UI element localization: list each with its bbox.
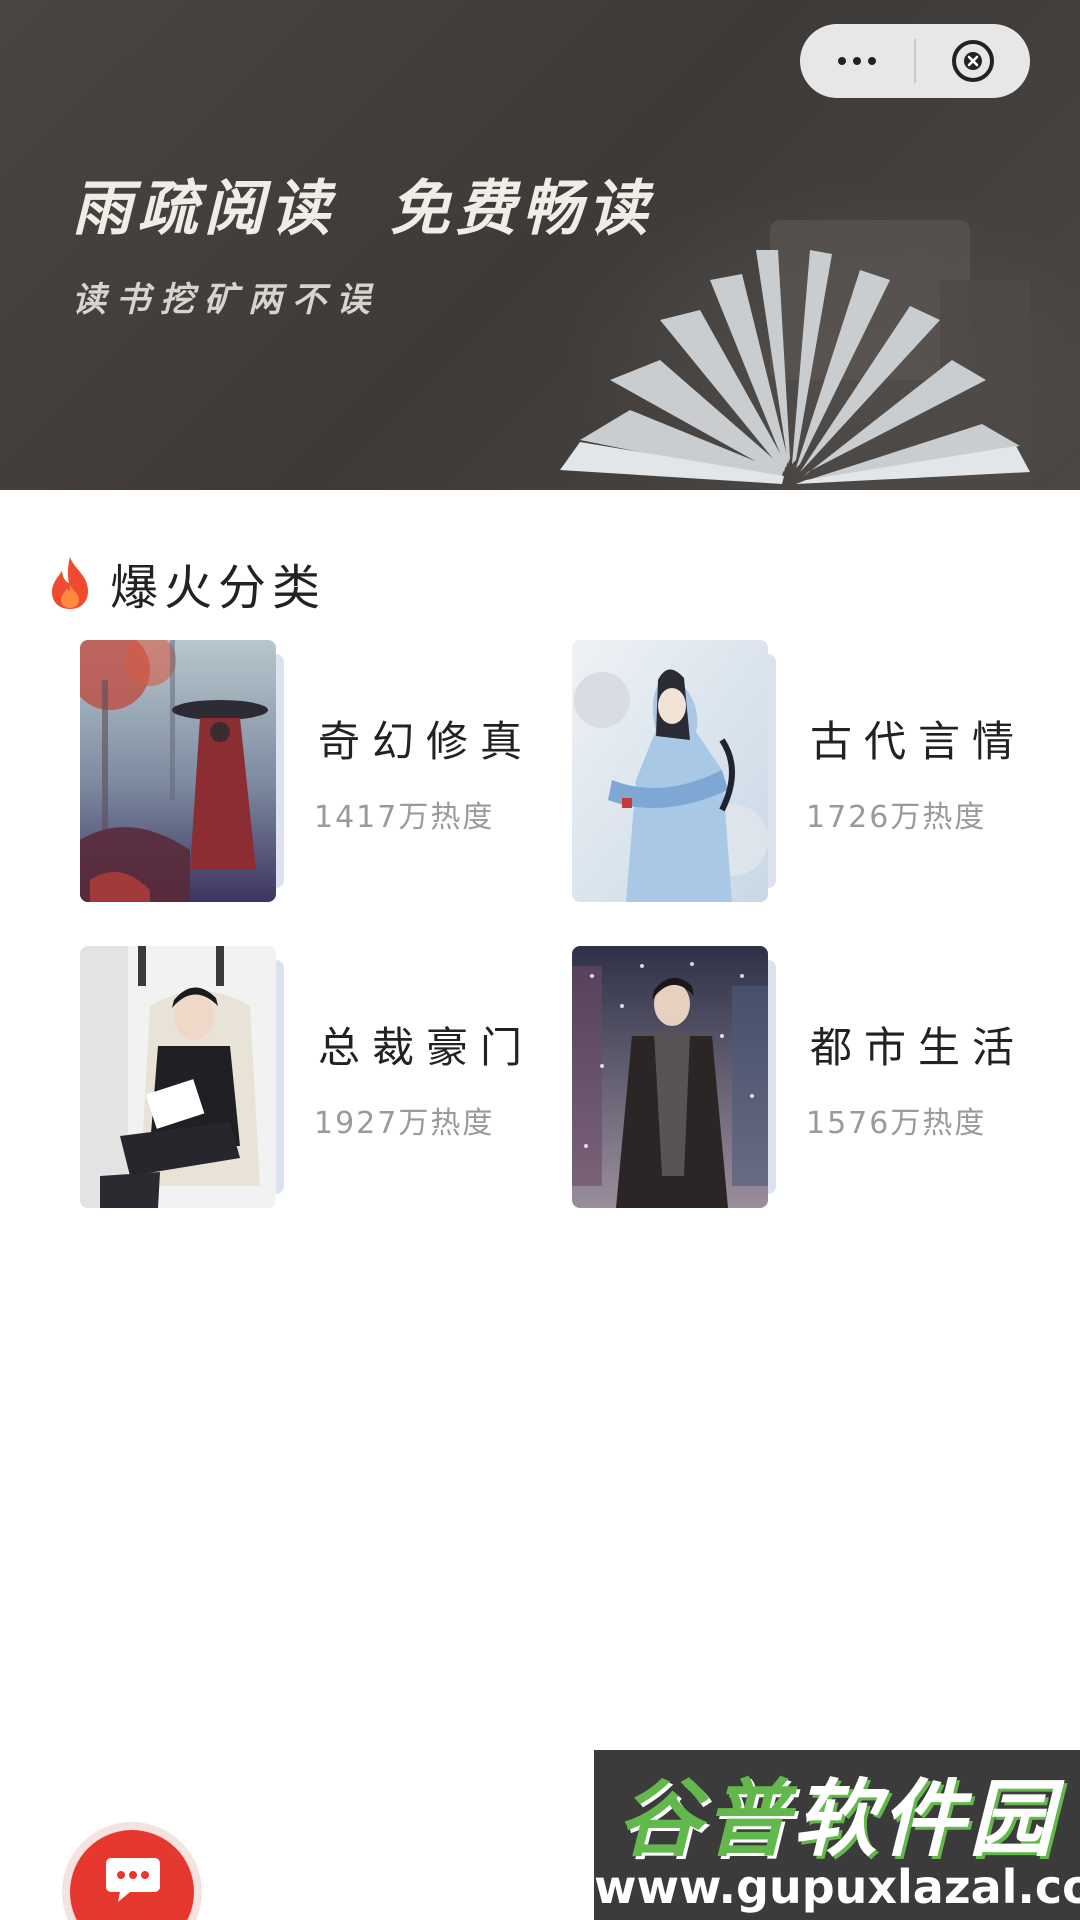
category-name: 古代言情	[810, 717, 1027, 766]
category-heat: 1576万热度	[806, 1106, 987, 1141]
category-heat: 1927万热度	[314, 1106, 495, 1141]
header-banner[interactable]: 雨疏阅读 免费畅读 读书挖矿两不误	[0, 0, 1080, 490]
banner-subtitle: 读书挖矿两不误	[72, 280, 380, 320]
chat-bubble-icon	[106, 1858, 160, 1902]
book-cover-image	[572, 946, 768, 1208]
book-stack	[572, 946, 797, 1208]
watermark-title-green: 谷普	[616, 1770, 793, 1868]
site-watermark: 谷普软件园 www.gupuxlazal.com	[594, 1750, 1080, 1920]
book-cover-image	[80, 946, 276, 1208]
section-header: 爆火分类	[48, 548, 326, 618]
complaint-button-inner: 投诉	[70, 1830, 194, 1920]
complaint-button[interactable]: 投诉	[62, 1822, 202, 1920]
book-cover-image	[80, 640, 276, 902]
book-stack	[80, 946, 305, 1208]
category-name: 总裁豪门	[318, 1023, 535, 1072]
category-name: 都市生活	[810, 1023, 1027, 1072]
more-button[interactable]	[800, 24, 914, 98]
category-name: 奇幻修真	[318, 717, 535, 766]
watermark-title: 谷普软件园	[602, 1752, 1072, 1873]
category-heat: 1726万热度	[806, 800, 987, 835]
category-heat: 1417万热度	[314, 800, 495, 835]
fire-icon	[52, 557, 88, 609]
mini-program-capsule	[800, 24, 1030, 98]
category-card-ceo-romance[interactable]: 总裁豪门 1927万热度	[80, 946, 522, 1208]
category-card-urban-life[interactable]: 都市生活 1576万热度	[572, 946, 1014, 1208]
watermark-title-white: 软件园	[793, 1770, 1058, 1868]
category-card-ancient-romance[interactable]: 古代言情 1726万热度	[572, 640, 1014, 902]
open-book-illustration	[560, 220, 1030, 484]
book-stack	[80, 640, 305, 902]
close-circle-icon	[952, 40, 994, 82]
more-dots-icon	[838, 57, 876, 65]
section-title: 爆火分类	[110, 560, 327, 616]
book-stack	[572, 640, 797, 902]
complaint-label: 投诉	[70, 1914, 194, 1920]
book-cover-image	[572, 640, 768, 902]
category-card-fantasy[interactable]: 奇幻修真 1417万热度	[80, 640, 522, 902]
close-button[interactable]	[916, 24, 1030, 98]
watermark-url: www.gupuxlazal.com	[594, 1860, 1080, 1914]
